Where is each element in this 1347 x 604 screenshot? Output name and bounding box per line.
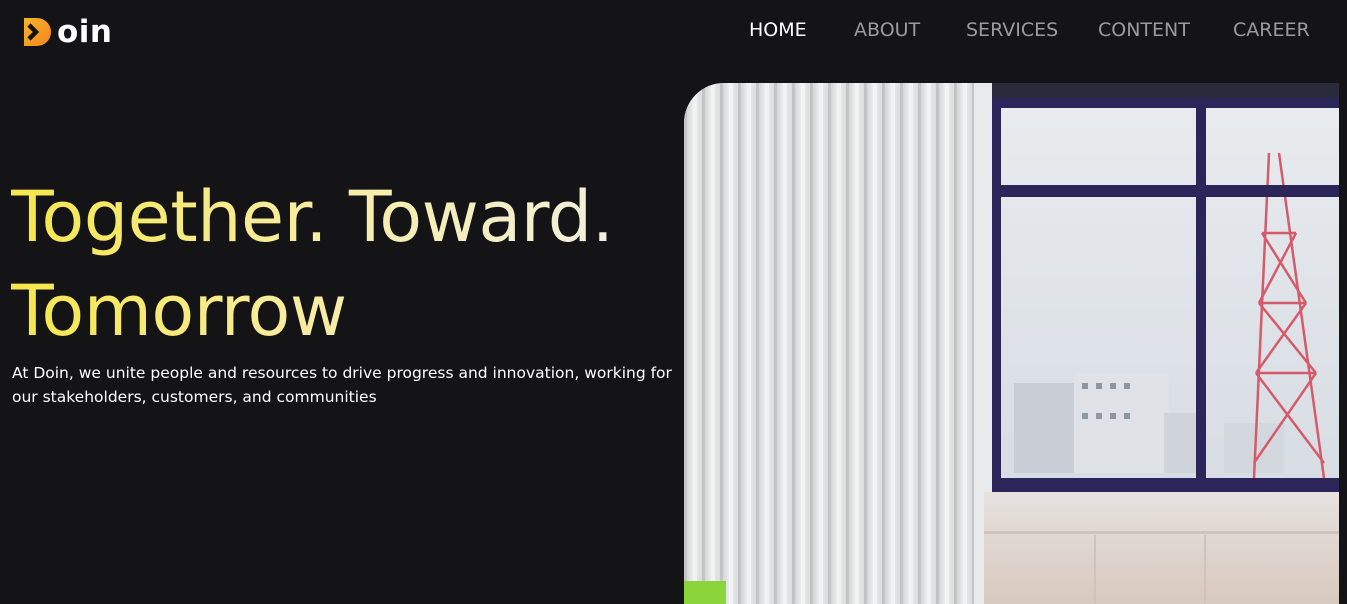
- nav-about[interactable]: ABOUT: [854, 19, 920, 41]
- brand-logo[interactable]: oin: [22, 14, 113, 50]
- nav-services[interactable]: SERVICES: [966, 19, 1058, 41]
- hero-headline: Together. Toward. Tomorrow: [11, 170, 681, 358]
- nav-content[interactable]: CONTENT: [1098, 19, 1190, 41]
- hero-subtext: At Doin, we unite people and resources t…: [12, 364, 672, 406]
- doin-logo-icon: [24, 18, 51, 46]
- hero-headline-line1: Together. Toward.: [11, 176, 614, 258]
- nav-career[interactable]: CAREER: [1233, 19, 1310, 41]
- brand-name: oin: [57, 14, 113, 50]
- hero-headline-line2: Tomorrow: [11, 270, 347, 352]
- hero-image: [684, 83, 1339, 604]
- nav-home[interactable]: HOME: [749, 19, 807, 41]
- office-window-photo-icon: [684, 83, 1339, 604]
